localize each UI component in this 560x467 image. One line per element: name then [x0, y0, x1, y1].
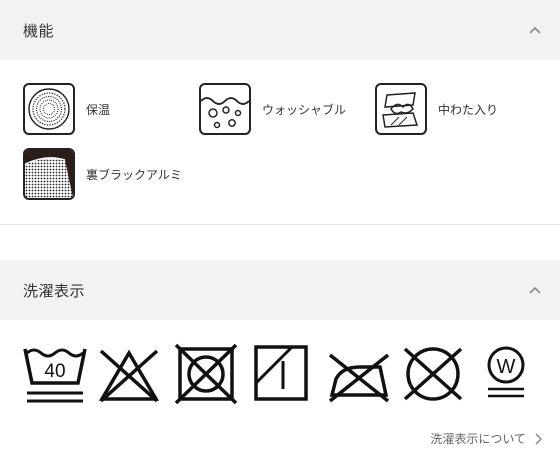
- chevron-right-icon: [535, 432, 542, 445]
- insulation-icon: [23, 83, 75, 135]
- no-dry-clean-icon: [401, 343, 465, 405]
- no-tumble-dry-icon: [174, 343, 238, 405]
- care-section-header[interactable]: 洗濯表示: [0, 260, 560, 320]
- feature-item-insulation: 保温: [23, 83, 110, 135]
- wet-clean-label: W: [497, 356, 516, 378]
- no-iron-icon: [326, 343, 392, 405]
- feature-item-black-aluminum-lining: 裏ブラックアルミ: [23, 148, 182, 200]
- feature-label: 裏ブラックアルミ: [86, 167, 182, 182]
- care-label-info-link[interactable]: 洗濯表示について: [430, 430, 542, 447]
- section-divider: [0, 224, 560, 225]
- washable-icon: [199, 83, 251, 135]
- feature-item-padding: 中わた入り: [375, 83, 498, 135]
- care-section-title: 洗濯表示: [23, 281, 86, 300]
- wet-clean-icon: W: [484, 343, 528, 405]
- wash-temperature-label: 40: [44, 361, 65, 382]
- feature-label: 中わた入り: [438, 102, 499, 117]
- wash-40-icon: 40: [22, 343, 88, 407]
- chevron-up-icon[interactable]: [528, 25, 542, 35]
- feature-label: ウォッシャブル: [262, 102, 347, 117]
- features-section-header[interactable]: 機能: [0, 0, 560, 60]
- chevron-up-icon[interactable]: [528, 285, 542, 295]
- drip-dry-shade-icon: [252, 343, 310, 403]
- black-aluminum-lining-icon: [23, 148, 75, 200]
- features-section-title: 機能: [23, 21, 55, 40]
- padding-icon: [375, 83, 427, 135]
- feature-item-washable: ウォッシャブル: [199, 83, 346, 135]
- no-bleach-icon: [98, 343, 160, 405]
- feature-label: 保温: [86, 102, 111, 117]
- care-label-info-link-text: 洗濯表示について: [430, 432, 526, 446]
